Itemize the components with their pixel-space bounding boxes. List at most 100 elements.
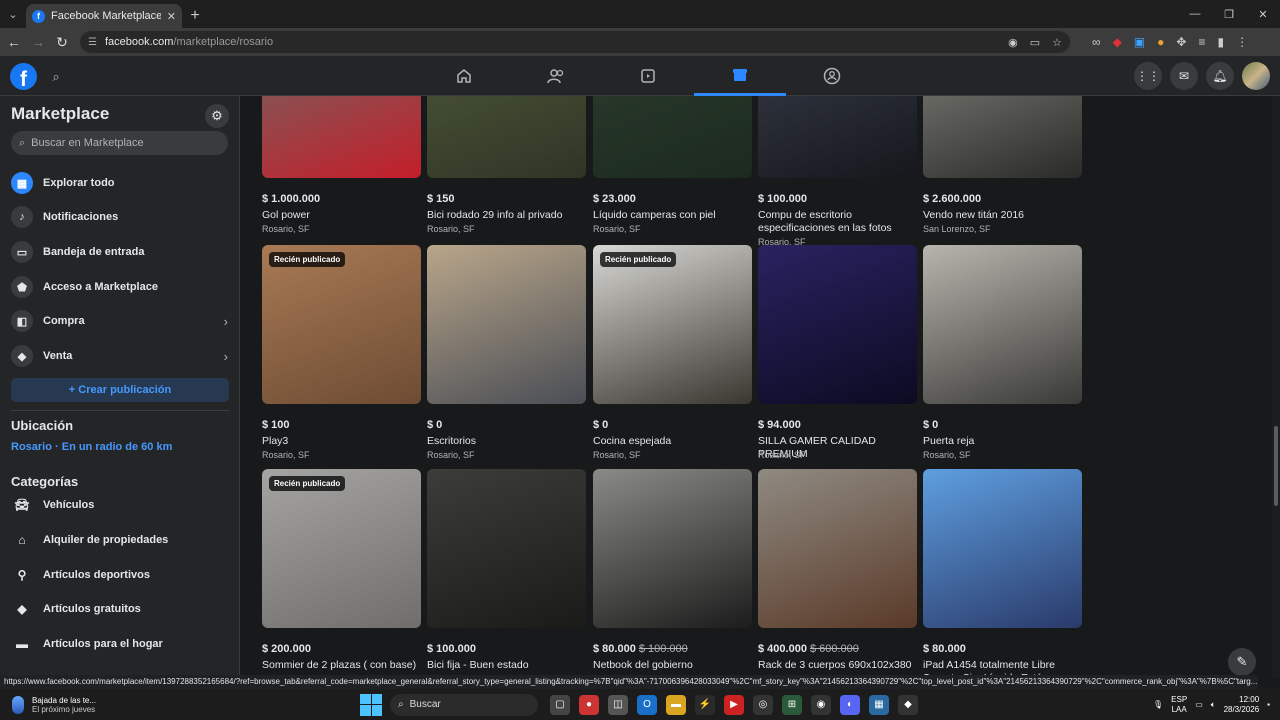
listing-old-price: $ 100.000 <box>638 643 688 655</box>
listing-photo[interactable] <box>758 245 917 404</box>
browser-tab[interactable]: f Facebook Marketplace | Facebo ✕ <box>26 4 182 28</box>
listing-photo[interactable]: Recién publicado <box>593 245 752 404</box>
search-icon[interactable]: ⌕ <box>44 65 68 89</box>
category-sports[interactable]: ⚲ Artículos deportivos <box>11 561 231 589</box>
site-info-icon[interactable]: ☰ <box>88 37 97 48</box>
house-icon: ⌂ <box>18 533 26 547</box>
new-tab-button[interactable]: + <box>182 4 208 28</box>
steam-icon[interactable]: ◉ <box>811 694 831 715</box>
microphone-icon[interactable]: 🎙︎ <box>1153 700 1163 709</box>
app-red-icon[interactable]: ● <box>579 694 599 715</box>
category-free[interactable]: ◆ Artículos gratuitos <box>11 595 231 623</box>
windows-start-icon[interactable] <box>360 693 382 716</box>
photos-icon[interactable]: ▦ <box>869 694 889 715</box>
page-scrollbar[interactable] <box>1272 96 1280 678</box>
clock[interactable]: 12:00 28/3/2026 <box>1224 695 1260 715</box>
file-explorer-icon[interactable]: ▬ <box>666 694 686 715</box>
listing-photo[interactable]: Recién publicado <box>262 469 421 628</box>
storefront-icon: ▦ <box>11 172 33 194</box>
listing-photo[interactable] <box>758 469 917 628</box>
discord-icon[interactable]: ◐ <box>840 694 860 715</box>
extension-photo-icon[interactable]: ▣ <box>1134 35 1145 49</box>
facebook-logo-icon[interactable]: f <box>10 63 37 90</box>
listing-photo[interactable] <box>593 96 752 178</box>
task-view-icon[interactable]: ▢ <box>550 694 570 715</box>
media-player-icon[interactable]: ▶ <box>724 694 744 715</box>
nav-home-icon[interactable] <box>418 56 510 96</box>
chrome-menu-icon[interactable]: ⋮ <box>1236 35 1248 49</box>
listing-price: $ 400.000 $ 600.000 <box>758 643 859 655</box>
network-icon[interactable]: ▭ <box>1195 700 1203 709</box>
app-green-icon[interactable]: ⊞ <box>782 694 802 715</box>
extension-glasses-icon[interactable]: ∞ <box>1092 35 1101 49</box>
marketplace-search-input[interactable] <box>31 137 212 149</box>
bookmark-star-icon[interactable]: ☆ <box>1052 36 1062 49</box>
app-diamond-icon[interactable]: ◆ <box>898 694 918 715</box>
back-button[interactable]: ← <box>2 30 26 54</box>
reload-button[interactable]: ↻ <box>50 30 74 54</box>
nav-video-icon[interactable] <box>602 56 694 96</box>
scrollbar-thumb[interactable] <box>1274 426 1278 506</box>
forward-button[interactable]: → <box>26 30 50 54</box>
maximize-button[interactable]: ❐ <box>1212 0 1246 28</box>
outlook-icon[interactable]: O <box>637 694 657 715</box>
tab-search-button[interactable]: ⌄ <box>0 0 26 28</box>
tab-close-icon[interactable]: ✕ <box>167 10 176 23</box>
category-home[interactable]: ▬ Artículos para el hogar <box>11 630 231 658</box>
minimize-button[interactable]: — <box>1178 0 1212 28</box>
listing-photo[interactable] <box>923 96 1082 178</box>
main-nav <box>418 56 878 96</box>
category-label: Artículos deportivos <box>43 569 150 581</box>
sidebar-item-access[interactable]: ⬟ Acceso a Marketplace <box>11 273 231 301</box>
listing-photo[interactable]: Recién publicado <box>262 245 421 404</box>
sidebar-item-inbox[interactable]: ▭ Bandeja de entrada <box>11 238 231 266</box>
notification-center-icon[interactable]: ▪ <box>1267 700 1270 709</box>
new-message-compose-icon[interactable]: ✎ <box>1228 648 1256 676</box>
extension-red-icon[interactable]: ◆ <box>1113 35 1122 49</box>
store-icon[interactable]: ◫ <box>608 694 628 715</box>
settings-gear-icon[interactable]: ⚙ <box>205 104 229 128</box>
close-window-button[interactable]: ✕ <box>1246 0 1280 28</box>
profile-avatar[interactable] <box>1242 62 1270 90</box>
listing-photo[interactable] <box>262 96 421 178</box>
profile-icon[interactable]: ▮ <box>1217 35 1224 49</box>
nav-groups-icon[interactable] <box>786 56 878 96</box>
listing-photo[interactable] <box>923 469 1082 628</box>
listing-photo[interactable] <box>427 245 586 404</box>
browser-tab-strip: ⌄ f Facebook Marketplace | Facebo ✕ + — … <box>0 0 1280 28</box>
runner-icon: ⚲ <box>17 568 27 582</box>
lang-line2: LAA <box>1171 704 1187 714</box>
messenger-icon[interactable]: ✉ <box>1170 62 1198 90</box>
extensions-puzzle-icon[interactable]: ✥ <box>1176 35 1186 49</box>
cast-icon[interactable]: ▭ <box>1030 36 1040 49</box>
chrome-icon[interactable]: ◎ <box>753 694 773 715</box>
volume-icon[interactable]: 🔈︎ <box>1211 700 1216 710</box>
language-indicator[interactable]: ESP LAA <box>1171 695 1187 715</box>
reading-list-icon[interactable]: ≡ <box>1198 35 1205 49</box>
sidebar-item-buying[interactable]: ◧ Compra › <box>11 307 231 335</box>
listing-photo[interactable] <box>427 469 586 628</box>
address-bar[interactable]: ☰ facebook.com/marketplace/rosario ◉ ▭ ☆ <box>80 31 1070 53</box>
weather-widget[interactable]: Bajada de las te... El próximo jueves <box>0 695 360 714</box>
listing-photo[interactable] <box>427 96 586 178</box>
location-filter-link[interactable]: Rosario · En un radio de 60 km <box>11 441 172 453</box>
marketplace-search[interactable]: ⌕ <box>11 131 228 155</box>
category-rentals[interactable]: ⌂ Alquiler de propiedades <box>11 526 231 554</box>
nav-marketplace-icon[interactable] <box>694 56 786 96</box>
notifications-bell-icon[interactable]: 🔔︎ <box>1206 62 1234 90</box>
sidebar-item-explore[interactable]: ▦ Explorar todo <box>11 169 231 197</box>
extension-color-icon[interactable]: ● <box>1157 35 1164 49</box>
sidebar-item-selling[interactable]: ◆ Venta › <box>11 342 231 370</box>
create-listing-button[interactable]: + Crear publicación <box>11 378 229 402</box>
nav-friends-icon[interactable] <box>510 56 602 96</box>
menu-grid-icon[interactable]: ⋮⋮ <box>1134 62 1162 90</box>
listing-photo[interactable] <box>593 469 752 628</box>
category-vehicles[interactable]: 🚘︎ Vehículos <box>11 491 231 519</box>
listing-photo[interactable] <box>923 245 1082 404</box>
app-wave-icon[interactable]: ⚡ <box>695 694 715 715</box>
sidebar-item-notifications[interactable]: ♪ Notificaciones <box>11 203 231 231</box>
listing-photo[interactable] <box>758 96 917 178</box>
listing-title: Cocina espejada <box>593 435 672 447</box>
location-icon[interactable]: ◉ <box>1008 36 1018 49</box>
taskbar-search[interactable]: ⌕ Buscar <box>390 693 538 716</box>
